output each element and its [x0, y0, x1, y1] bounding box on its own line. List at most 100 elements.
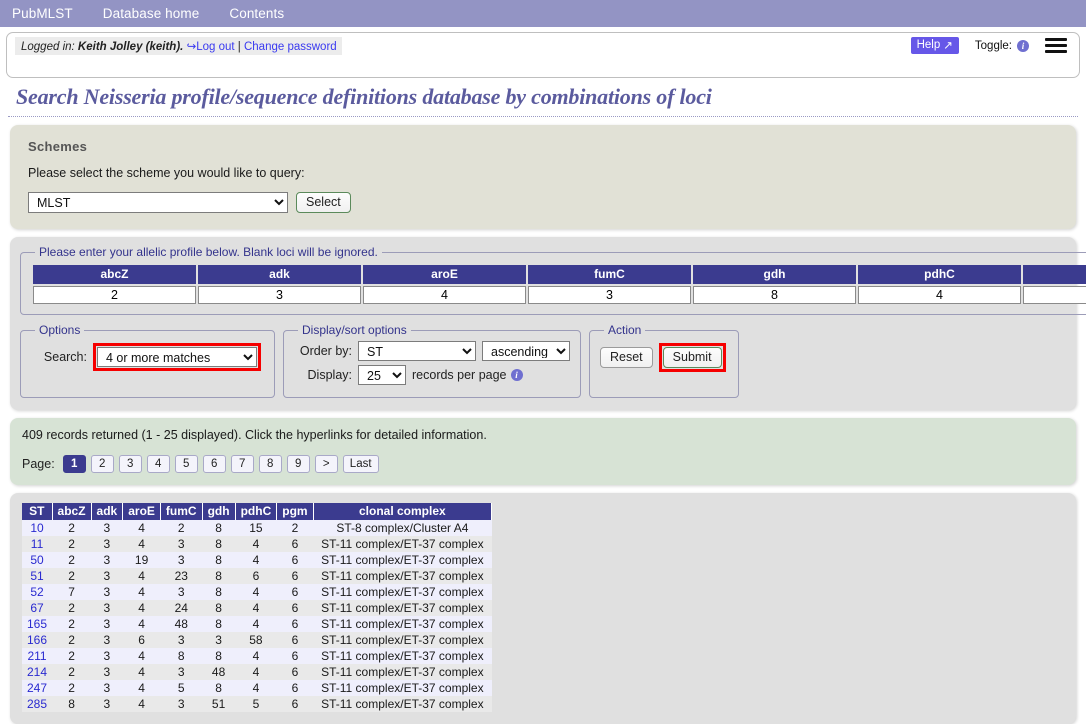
login-separator: | — [237, 41, 241, 53]
cell-allele: 6 — [276, 600, 314, 617]
st-link[interactable]: 67 — [30, 601, 43, 615]
cell-allele: 3 — [91, 648, 123, 665]
display-sort-fieldset: Display/sort options Order by: ST ascend… — [283, 323, 581, 398]
cell-st: 67 — [22, 600, 53, 617]
help-button-label: Help — [916, 39, 941, 51]
column-header-aroE[interactable]: aroE — [122, 503, 161, 521]
submit-button[interactable]: Submit — [662, 347, 722, 368]
cell-st: 214 — [22, 664, 53, 681]
column-header-pdhC[interactable]: pdhC — [235, 503, 278, 521]
allele-input-aroE[interactable] — [363, 286, 526, 304]
cell-allele: 19 — [122, 552, 161, 569]
column-header-adk[interactable]: adk — [91, 503, 124, 521]
cell-allele: 6 — [276, 696, 314, 713]
page-button-9[interactable]: 9 — [286, 455, 310, 474]
page-button-5[interactable]: 5 — [174, 455, 198, 474]
cell-allele: 3 — [91, 600, 123, 617]
page-button-4[interactable]: 4 — [146, 455, 170, 474]
cell-allele: 8 — [160, 648, 203, 665]
last-page-button[interactable]: Last — [342, 455, 379, 474]
allele-input-abcZ[interactable] — [33, 286, 196, 304]
change-password-link[interactable]: Change password — [244, 41, 337, 53]
st-link[interactable]: 211 — [27, 649, 46, 663]
info-icon[interactable]: i — [1017, 39, 1029, 52]
cell-allele: 4 — [235, 680, 277, 697]
reset-button[interactable]: Reset — [600, 347, 653, 368]
scheme-select[interactable]: MLST — [28, 192, 288, 213]
cell-allele: 3 — [91, 552, 123, 569]
column-header-abcZ[interactable]: abcZ — [52, 503, 92, 521]
logout-link[interactable]: Log out — [196, 41, 234, 53]
cell-allele: 4 — [235, 552, 277, 569]
st-link[interactable]: 214 — [27, 665, 47, 679]
cell-allele: 4 — [122, 520, 161, 537]
table-row: 285 8 3 4 3 51 5 6 ST-11 complex/ET-37 complex — [22, 696, 492, 713]
page-button-1[interactable]: 1 — [62, 455, 86, 474]
cell-clonal-complex: ST-11 complex/ET-37 complex — [313, 632, 492, 649]
cell-allele: 2 — [52, 664, 92, 681]
allele-input-pgm[interactable] — [1023, 286, 1086, 304]
cell-allele: 8 — [202, 616, 236, 633]
cell-allele: 3 — [160, 632, 203, 649]
st-link[interactable]: 166 — [27, 633, 47, 647]
page-button-6[interactable]: 6 — [202, 455, 226, 474]
allele-input-gdh[interactable] — [693, 286, 856, 304]
cell-allele: 6 — [276, 632, 314, 649]
cell-allele: 3 — [91, 664, 123, 681]
page-button-3[interactable]: 3 — [118, 455, 142, 474]
column-header-gdh[interactable]: gdh — [202, 503, 236, 521]
cell-allele: 4 — [122, 568, 161, 585]
help-button[interactable]: Help ↗ — [910, 37, 959, 54]
cell-allele: 8 — [202, 584, 236, 601]
nav-link-database-home[interactable]: Database home — [103, 6, 200, 21]
st-link[interactable]: 11 — [31, 537, 43, 551]
st-link[interactable]: 50 — [30, 553, 43, 567]
st-link[interactable]: 165 — [27, 617, 47, 631]
st-link[interactable]: 285 — [27, 697, 47, 711]
page-button-2[interactable]: 2 — [90, 455, 114, 474]
column-header-st[interactable]: ST — [22, 503, 53, 521]
cell-clonal-complex: ST-11 complex/ET-37 complex — [313, 536, 492, 553]
column-header-clonal-complex[interactable]: clonal complex — [313, 503, 493, 521]
toggle-control[interactable]: Toggle: i — [975, 39, 1029, 52]
allele-input-pdhC[interactable] — [858, 286, 1021, 304]
order-by-label: Order by: — [299, 344, 352, 358]
records-per-page-select[interactable]: 25 — [358, 365, 406, 385]
page-button-8[interactable]: 8 — [258, 455, 282, 474]
st-link[interactable]: 52 — [30, 585, 43, 599]
cell-allele: 8 — [202, 552, 236, 569]
hamburger-menu-icon[interactable] — [1045, 38, 1067, 53]
schemes-panel: Schemes Please select the scheme you wou… — [10, 125, 1076, 229]
column-header-pgm[interactable]: pgm — [276, 503, 314, 521]
cell-st: 166 — [22, 632, 53, 649]
column-header-fumC[interactable]: fumC — [160, 503, 203, 521]
records-info-icon[interactable]: i — [510, 369, 523, 381]
cell-st: 247 — [22, 680, 53, 697]
cell-allele: 3 — [160, 664, 203, 681]
nav-link-pubmlst[interactable]: PubMLST — [12, 6, 73, 21]
cell-allele: 6 — [276, 584, 314, 601]
sort-direction-select[interactable]: ascending — [482, 341, 570, 361]
page-button-7[interactable]: 7 — [230, 455, 254, 474]
search-select[interactable]: 4 or more matches — [97, 347, 257, 367]
st-link[interactable]: 247 — [27, 681, 47, 695]
next-page-button[interactable]: > — [314, 455, 338, 474]
st-link[interactable]: 51 — [30, 569, 43, 583]
display-sort-legend: Display/sort options — [302, 323, 407, 337]
cell-clonal-complex: ST-8 complex/Cluster A4 — [313, 520, 492, 537]
cell-allele: 3 — [91, 520, 123, 537]
options-legend: Options — [39, 323, 81, 337]
options-fieldset: Options Search: 4 or more matches — [20, 323, 275, 398]
cell-clonal-complex: ST-11 complex/ET-37 complex — [313, 664, 492, 681]
profile-and-autofill-row: Please enter your allelic profile below.… — [20, 245, 1086, 315]
allele-input-fumC[interactable] — [528, 286, 691, 304]
cell-allele: 7 — [52, 584, 92, 601]
order-by-select[interactable]: ST — [358, 341, 476, 361]
cell-allele: 6 — [276, 536, 314, 553]
nav-link-contents[interactable]: Contents — [229, 6, 284, 21]
st-link[interactable]: 10 — [30, 521, 43, 535]
allele-input-adk[interactable] — [198, 286, 361, 304]
results-table-body: 10 2 3 4 2 8 15 2 ST-8 complex/Cluster A4 11 2 3 4 3 8… — [22, 520, 492, 713]
cell-allele: 4 — [122, 616, 161, 633]
select-scheme-button[interactable]: Select — [296, 192, 351, 213]
